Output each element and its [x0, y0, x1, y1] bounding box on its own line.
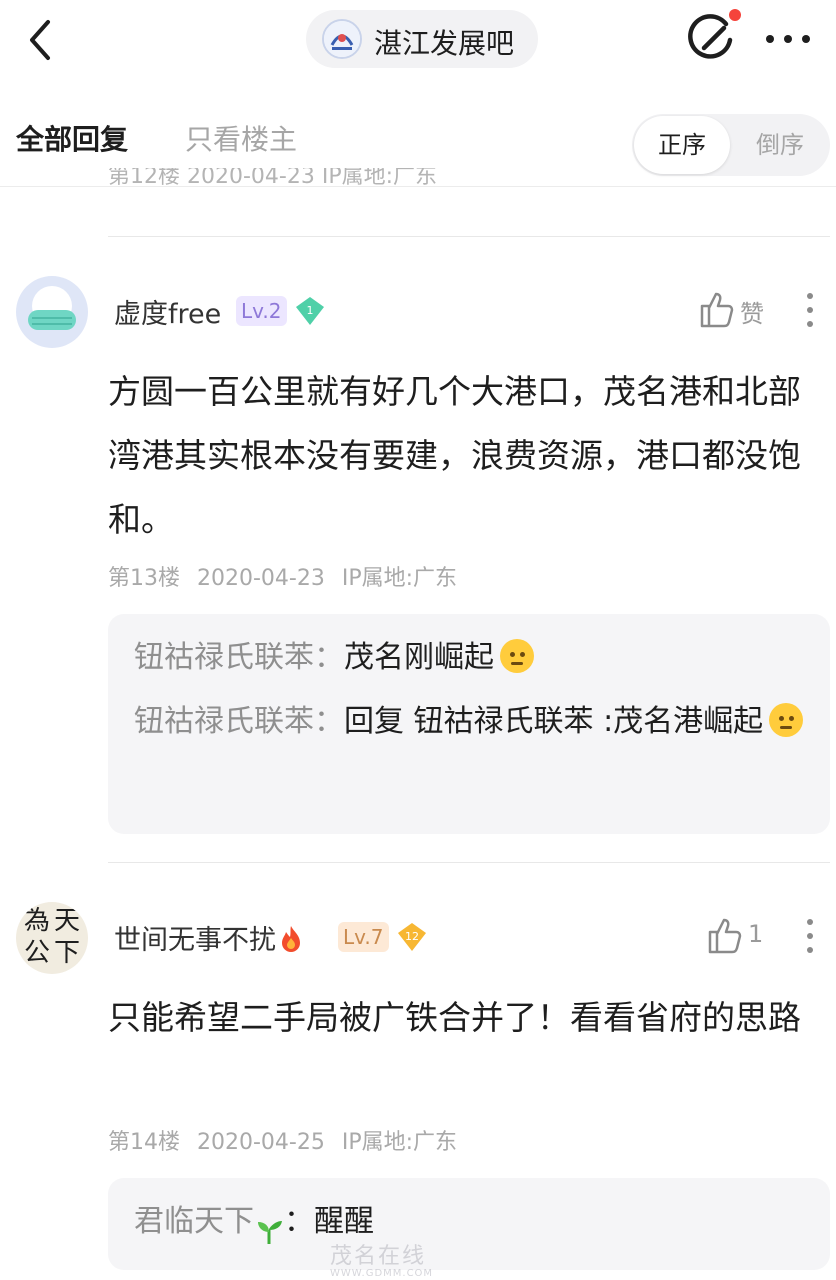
sub-reply: 君临天下 ：醒醒 [134, 1190, 810, 1254]
watermark: 茂名在线 WWW.GDMM.COM [330, 1244, 434, 1279]
tab-all-replies[interactable]: 全部回复 [16, 118, 128, 158]
thinking-emoji-icon [500, 638, 534, 673]
gem-icon: 12 [396, 921, 428, 953]
sub-reply-text: 回复 钮祜禄氏联苯 :茂名港崛起 [344, 704, 764, 739]
svg-text:12: 12 [405, 930, 419, 943]
like-button[interactable]: 赞 [698, 290, 778, 330]
sub-reply: 钮祜禄氏联苯：回复 钮祜禄氏联苯 :茂名港崛起 [134, 690, 810, 754]
post-menu-icon[interactable] [802, 290, 818, 330]
more-options-icon[interactable] [762, 22, 814, 56]
svg-text:1: 1 [307, 304, 314, 317]
forum-avatar [322, 19, 362, 59]
sub-reply-user[interactable]: 钮祜禄氏联苯： [134, 704, 344, 739]
post-content: 只能希望二手局被广铁合并了！看看省府的思路 [108, 998, 801, 1037]
floor-number: 第13楼 [108, 566, 180, 591]
like-label: 赞 [740, 300, 764, 328]
post-content: 方圆一百公里就有好几个大港口，茂名港和北部湾港其实根本没有要建，浪费资源，港口都… [108, 372, 801, 539]
sprout-icon [254, 1205, 284, 1244]
post-date: 2020-04-23 [197, 566, 325, 591]
post-divider [108, 236, 830, 237]
previous-post-meta: 第12楼 2020-04-23 IP属地:广东 [108, 168, 438, 186]
post-meta: 第13楼 2020-04-23 IP属地:广东 [108, 560, 467, 592]
level-badge: Lv.7 [338, 922, 389, 952]
post-date: 2020-04-25 [197, 1130, 325, 1155]
thumbs-up-icon [700, 292, 734, 328]
avatar[interactable]: 為 天 公 下 [16, 902, 88, 974]
notification-dot [729, 9, 741, 21]
back-arrow-icon[interactable] [22, 16, 62, 64]
floor-number: 第14楼 [108, 1130, 180, 1155]
tab-op-only[interactable]: 只看楼主 [185, 118, 297, 158]
forum-entry[interactable]: 湛江发展吧 [306, 10, 538, 68]
ip-location: IP属地:广东 [341, 566, 458, 591]
header-divider [0, 186, 836, 187]
username[interactable]: 虚度free [114, 292, 221, 331]
sub-reply-text: ：醒醒 [284, 1204, 374, 1239]
thumbs-up-icon [708, 918, 742, 954]
compose-icon[interactable] [686, 14, 738, 66]
sub-reply-box[interactable]: 钮祜禄氏联苯：茂名刚崛起 钮祜禄氏联苯：回复 钮祜禄氏联苯 :茂名港崛起 [108, 614, 830, 834]
ip-location: IP属地:广东 [341, 1130, 458, 1155]
sub-reply: 钮祜禄氏联苯：茂名刚崛起 [134, 626, 810, 690]
fire-icon [276, 924, 306, 954]
top-bar: 湛江发展吧 [0, 0, 836, 80]
sub-reply-text: 茂名刚崛起 [344, 640, 494, 675]
username[interactable]: 世间无事不扰 [114, 918, 306, 957]
avatar[interactable] [16, 276, 88, 348]
gem-icon: 1 [294, 295, 326, 327]
level-badge: Lv.2 [236, 296, 287, 326]
thinking-emoji-icon [769, 702, 804, 737]
post-menu-icon[interactable] [802, 916, 818, 956]
post-meta: 第14楼 2020-04-25 IP属地:广东 [108, 1124, 467, 1156]
sub-reply-user[interactable]: 君临天下 [134, 1204, 284, 1244]
sort-toggle: 正序 倒序 [632, 114, 830, 176]
sort-ascending-button[interactable]: 正序 [634, 116, 730, 174]
post-divider [108, 862, 830, 863]
like-count: 1 [748, 920, 764, 948]
forum-name: 湛江发展吧 [374, 27, 515, 60]
like-button[interactable]: 1 [706, 916, 778, 956]
sort-descending-button[interactable]: 倒序 [732, 116, 828, 174]
sub-reply-box[interactable]: 君临天下 ：醒醒 [108, 1178, 830, 1270]
sub-reply-user[interactable]: 钮祜禄氏联苯： [134, 640, 344, 675]
